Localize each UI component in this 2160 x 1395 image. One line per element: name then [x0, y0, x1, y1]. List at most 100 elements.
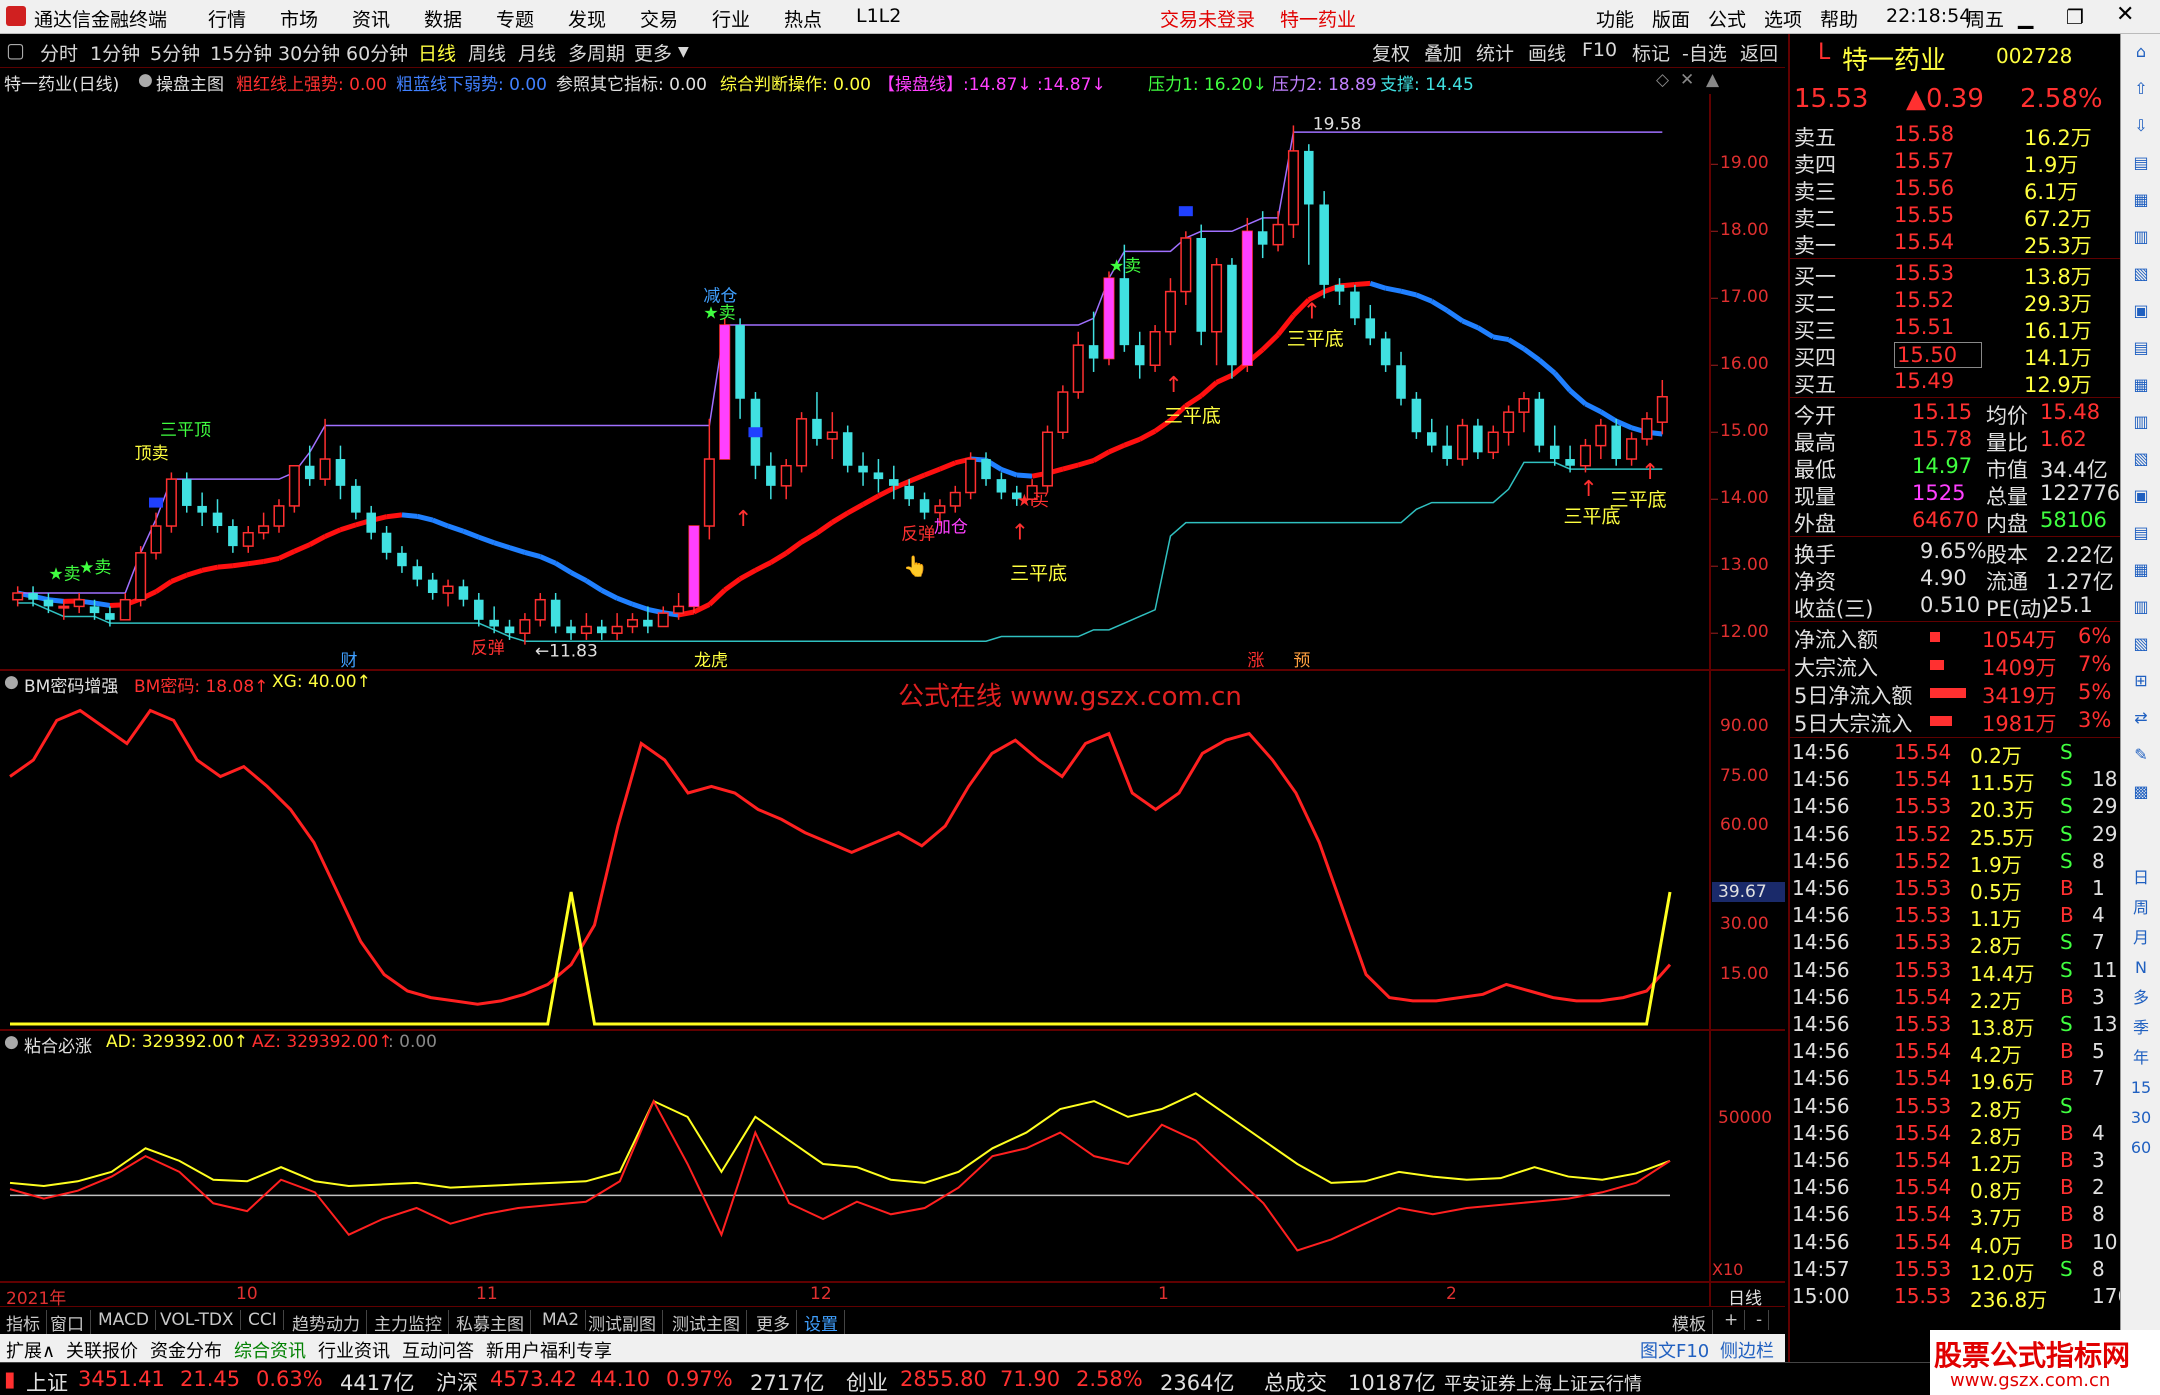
- btn-fuquan[interactable]: 复权: [1372, 39, 1410, 66]
- tab-kuozhan[interactable]: 扩展∧: [6, 1337, 55, 1363]
- period-shortcut[interactable]: 日: [2127, 864, 2155, 892]
- trade-row[interactable]: 14:56 15.54 3.7万 B 8: [1790, 1202, 2122, 1230]
- bid-row[interactable]: 买三 15.51 16.1万: [1790, 315, 2122, 343]
- menu-item-shuju[interactable]: 数据: [424, 5, 462, 32]
- bid-row[interactable]: 买四 15.50 14.1万: [1790, 342, 2122, 370]
- tab-zonghe[interactable]: 综合资讯: [234, 1337, 306, 1363]
- tool-icon[interactable]: ▣: [2127, 482, 2155, 510]
- trade-row[interactable]: 14:56 15.52 1.9万 S 8: [1790, 849, 2122, 877]
- tab-more[interactable]: 更多: [756, 1310, 797, 1335]
- trade-row[interactable]: 14:56 15.54 2.2万 B 3: [1790, 985, 2122, 1013]
- tool-icon[interactable]: ⇧: [2127, 75, 2155, 103]
- flow-row[interactable]: 大宗流入 1409万 7%: [1790, 652, 2122, 680]
- tool-icon[interactable]: ▩: [2127, 778, 2155, 806]
- ask-row[interactable]: 卖三 15.56 6.1万: [1790, 176, 2122, 204]
- period-shortcut[interactable]: 60: [2127, 1134, 2155, 1162]
- trade-row[interactable]: 14:56 15.53 2.8万 S: [1790, 1094, 2122, 1122]
- tab-zijin[interactable]: 资金分布: [150, 1337, 222, 1363]
- btn-zixuan[interactable]: -自选: [1682, 39, 1727, 66]
- chart-area[interactable]: 19.58←11.83三平顶顶卖减仓★卖★卖★卖★卖反弹加仓★买反弹三平底三平底…: [0, 94, 1785, 1306]
- tool-icon[interactable]: ▥: [2127, 223, 2155, 251]
- gear-icon[interactable]: ●: [4, 1032, 19, 1052]
- btn-minus[interactable]: -: [1756, 1310, 1770, 1330]
- menu-item-hangqing[interactable]: 行情: [208, 5, 246, 32]
- tool-icon[interactable]: ▦: [2127, 556, 2155, 584]
- tab-guanlian[interactable]: 关联报价: [66, 1337, 138, 1363]
- sh-name[interactable]: 上证: [26, 1367, 68, 1395]
- tool-icon[interactable]: ▦: [2127, 371, 2155, 399]
- trade-row[interactable]: 14:56 15.54 11.5万 S 18: [1790, 767, 2122, 795]
- tab-zhibiao[interactable]: 指标: [6, 1310, 47, 1335]
- close-small-icon[interactable]: ✕: [1680, 70, 1694, 90]
- tab-vol[interactable]: VOL-TDX: [160, 1310, 241, 1330]
- bid-row[interactable]: 买五 15.49 12.9万: [1790, 369, 2122, 397]
- tab-zhuli[interactable]: 主力监控: [374, 1310, 449, 1335]
- menu-item-bangzhu[interactable]: 帮助: [1820, 5, 1858, 32]
- ask-row[interactable]: 卖五 15.58 16.2万: [1790, 122, 2122, 150]
- stat-row[interactable]: 换手 9.65% 股本 2.22亿: [1790, 539, 2122, 567]
- square-icon[interactable]: ▢: [6, 38, 25, 62]
- period-daily[interactable]: 日线: [418, 39, 456, 66]
- ask-row[interactable]: 卖二 15.55 67.2万: [1790, 203, 2122, 231]
- tab-settings[interactable]: 设置: [804, 1310, 845, 1335]
- period-more[interactable]: 更多: [634, 39, 672, 66]
- trade-row[interactable]: 14:56 15.53 1.1万 B 4: [1790, 903, 2122, 931]
- menu-item-xuanxiang[interactable]: 选项: [1764, 5, 1802, 32]
- btn-f10-text[interactable]: 图文F10: [1640, 1337, 1709, 1363]
- period-shortcut[interactable]: 15: [2127, 1074, 2155, 1102]
- period-shortcut[interactable]: 季: [2127, 1014, 2155, 1042]
- tool-icon[interactable]: ⊞: [2127, 667, 2155, 695]
- sz-name[interactable]: 沪深: [436, 1367, 478, 1395]
- minimize-icon[interactable]: ▁: [2018, 5, 2033, 29]
- period-shortcut[interactable]: 30: [2127, 1104, 2155, 1132]
- tab-newuser[interactable]: 新用户福利专享: [486, 1337, 612, 1363]
- stat-row[interactable]: 收益(三) 0.510 PE(动) 25.1: [1790, 593, 2122, 621]
- period-weekly[interactable]: 周线: [468, 39, 506, 66]
- tool-icon[interactable]: ▧: [2127, 445, 2155, 473]
- trade-row[interactable]: 14:56 15.54 4.0万 B 10: [1790, 1230, 2122, 1258]
- tool-icon[interactable]: ▦: [2127, 186, 2155, 214]
- gear-icon[interactable]: ●: [138, 70, 153, 90]
- tab-chuangkou[interactable]: 窗口: [50, 1310, 91, 1335]
- btn-fanhui[interactable]: 返回: [1740, 39, 1778, 66]
- tab-ma2[interactable]: MA2: [542, 1310, 587, 1330]
- menu-item-zhuanti[interactable]: 专题: [496, 5, 534, 32]
- btn-diejia[interactable]: 叠加: [1424, 39, 1462, 66]
- tab-cci[interactable]: CCI: [248, 1310, 284, 1330]
- period-5min[interactable]: 5分钟: [150, 39, 200, 66]
- trade-row[interactable]: 14:56 15.53 14.4万 S 11: [1790, 958, 2122, 986]
- tab-ceshifutu[interactable]: 测试副图: [588, 1310, 663, 1335]
- period-shortcut[interactable]: N: [2127, 954, 2155, 982]
- trade-row[interactable]: 14:56 15.54 0.2万 S: [1790, 740, 2122, 768]
- flow-row[interactable]: 5日大宗流入 1981万 3%: [1790, 708, 2122, 736]
- tool-icon[interactable]: ⇄: [2127, 704, 2155, 732]
- menu-item-shichang[interactable]: 市场: [280, 5, 318, 32]
- stat-row[interactable]: 最高 15.78 量比 1.62: [1790, 427, 2122, 455]
- tool-icon[interactable]: ▤: [2127, 334, 2155, 362]
- flow-row[interactable]: 5日净流入额 3419万 5%: [1790, 680, 2122, 708]
- tool-icon[interactable]: ▥: [2127, 408, 2155, 436]
- period-15min[interactable]: 15分钟: [210, 39, 272, 66]
- menu-item-l1l2[interactable]: L1L2: [856, 5, 901, 27]
- menu-item-banmian[interactable]: 版面: [1652, 5, 1690, 32]
- chevron-down-icon[interactable]: ▼: [678, 44, 689, 60]
- tab-qushi[interactable]: 趋势动力: [292, 1310, 367, 1335]
- menu-item-zixun[interactable]: 资讯: [352, 5, 390, 32]
- btn-huaxian[interactable]: 画线: [1528, 39, 1566, 66]
- period-monthly[interactable]: 月线: [518, 39, 556, 66]
- bm-name[interactable]: BM密码增强: [24, 672, 118, 697]
- tab-macd[interactable]: MACD: [98, 1310, 156, 1330]
- period-shortcut[interactable]: 月: [2127, 924, 2155, 952]
- menu-item-gongneng[interactable]: 功能: [1596, 5, 1634, 32]
- tool-icon[interactable]: ▤: [2127, 519, 2155, 547]
- btn-f10[interactable]: F10: [1582, 39, 1617, 61]
- trade-row[interactable]: 14:56 15.54 2.8万 B 4: [1790, 1121, 2122, 1149]
- tool-icon[interactable]: ▧: [2127, 260, 2155, 288]
- menu-item-jiaoyi[interactable]: 交易: [640, 5, 678, 32]
- btn-tongji[interactable]: 统计: [1476, 39, 1514, 66]
- period-1min[interactable]: 1分钟: [90, 39, 140, 66]
- menu-item-hangye[interactable]: 行业: [712, 5, 750, 32]
- flow-row[interactable]: 净流入额 1054万 6%: [1790, 624, 2122, 652]
- ask-row[interactable]: 卖一 15.54 25.3万: [1790, 230, 2122, 258]
- restore-icon[interactable]: ❐: [2066, 5, 2084, 29]
